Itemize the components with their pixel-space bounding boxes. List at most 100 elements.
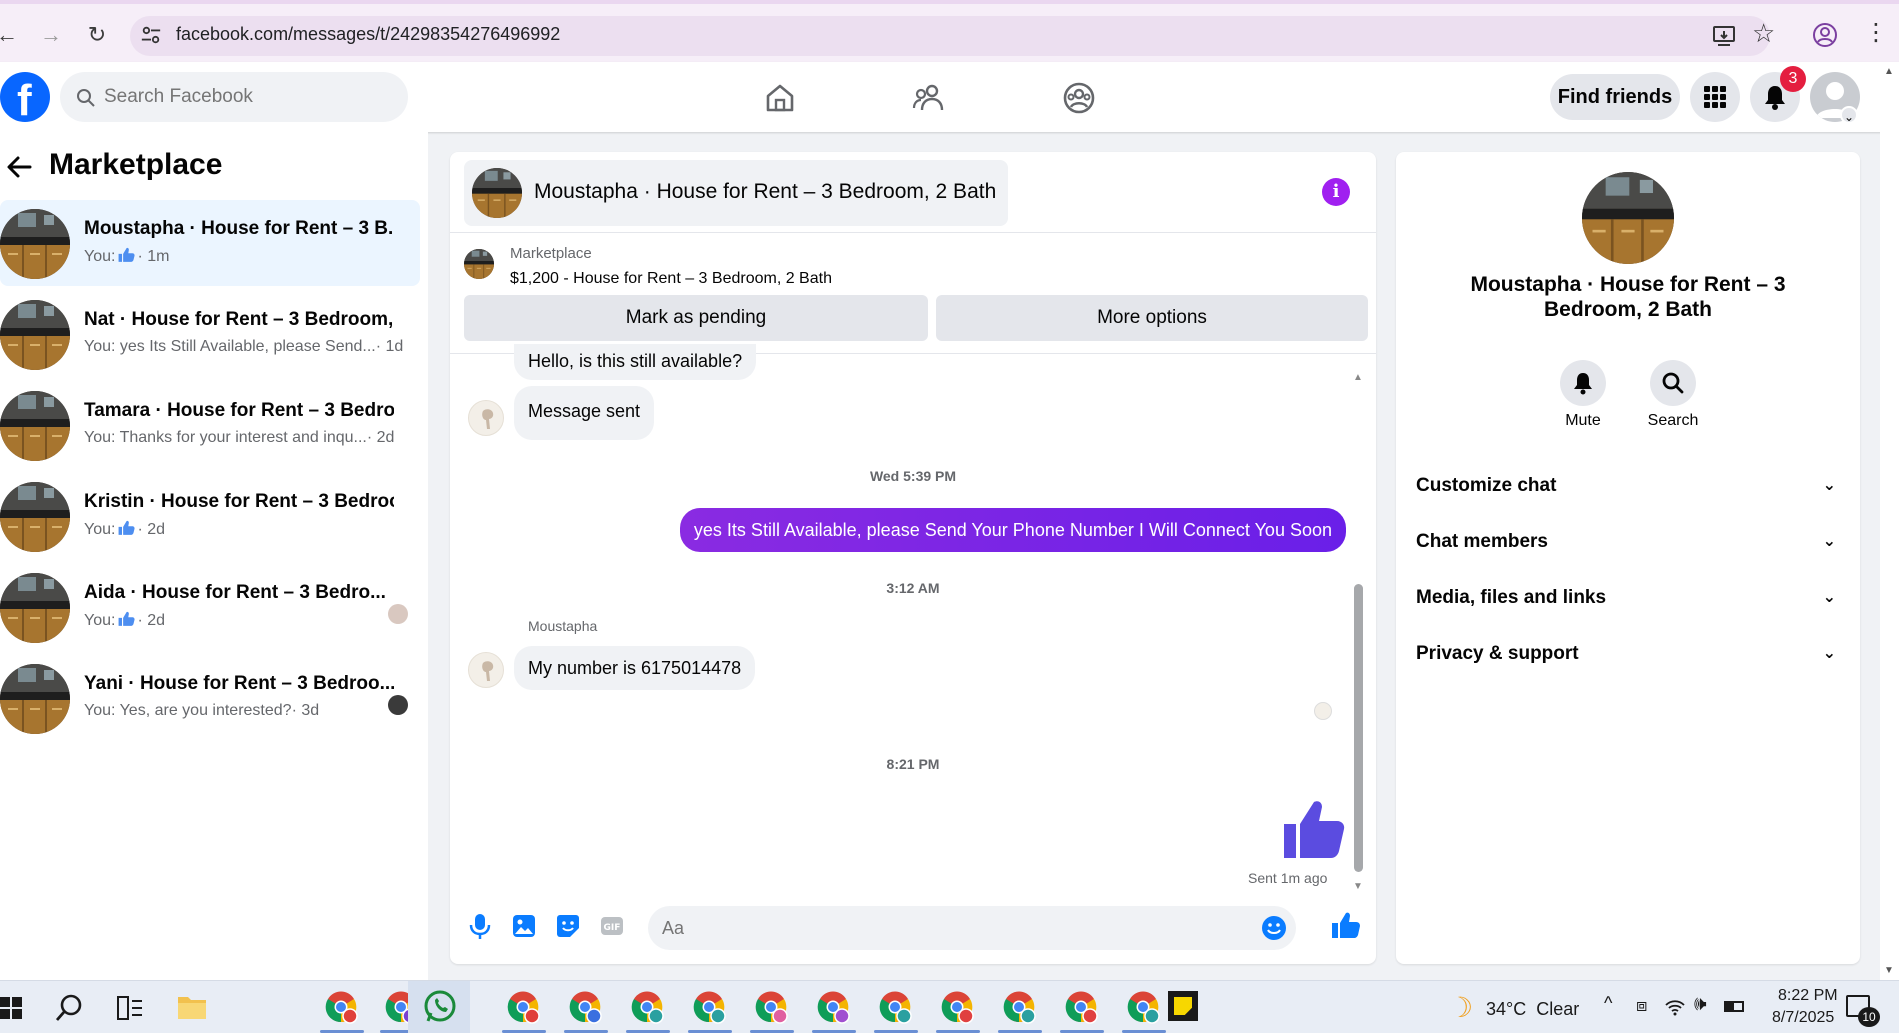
tray-device-icon[interactable]: ⧈ [1636, 995, 1647, 1016]
chat-header[interactable]: Moustapha · House for Rent – 3 Bedroom, … [464, 160, 1008, 226]
thread-scroll-thumb[interactable] [1354, 584, 1363, 872]
mute-button[interactable]: Mute [1538, 360, 1628, 430]
message-bubble[interactable]: Hello, is this still available? [514, 344, 757, 380]
file-explorer-icon[interactable] [176, 993, 208, 1021]
friends-icon[interactable] [912, 80, 948, 116]
clock-date[interactable]: 8/7/2025 [1772, 1009, 1834, 1027]
like-icon[interactable] [1330, 910, 1360, 940]
emoji-icon[interactable] [1260, 914, 1288, 942]
chrome-profile-icon[interactable] [936, 981, 980, 1033]
message-bubble[interactable]: My number is 6175014478 [514, 646, 756, 690]
chat-title: Moustapha · House for Rent – 3 Bedroom, … [534, 180, 997, 203]
wifi-icon[interactable] [1664, 997, 1686, 1017]
volume-icon[interactable]: 🕪 [1694, 993, 1707, 1016]
mark-as-pending-button[interactable]: Mark as pending [464, 295, 928, 341]
page-scroll-up-icon[interactable]: ▲ [1884, 66, 1894, 77]
timestamp-separator: 3:12 AM [886, 580, 940, 596]
chrome-profile-icon[interactable] [1122, 981, 1166, 1033]
windows-start-icon[interactable] [0, 997, 22, 1019]
message-bubble[interactable]: Message sent [514, 386, 655, 440]
home-icon[interactable] [762, 80, 798, 116]
facebook-logo-icon[interactable]: f [0, 72, 50, 125]
message-input[interactable] [662, 906, 1242, 950]
chrome-profile-icon[interactable] [1060, 981, 1104, 1033]
page-scrollbar[interactable]: ▲ ▼ [1880, 62, 1899, 980]
whatsapp-icon[interactable] [422, 989, 458, 1025]
site-settings-icon[interactable] [140, 24, 162, 46]
chrome-profile-icon[interactable] [320, 981, 364, 1033]
task-view-icon[interactable] [116, 995, 144, 1021]
conversation-item[interactable]: Moustapha · House for Rent – 3 B... You:… [0, 200, 420, 286]
microphone-icon[interactable] [466, 912, 494, 940]
info-section-chat-members[interactable]: Chat members ⌄ [1416, 520, 1840, 564]
like-icon [119, 611, 136, 626]
conversation-item[interactable]: Nat · House for Rent – 3 Bedroom,... You… [0, 291, 420, 377]
conversation-item[interactable]: Tamara · House for Rent – 3 Bedro... You… [0, 382, 420, 468]
page-scroll-down-icon[interactable]: ▼ [1884, 965, 1894, 976]
profile-icon[interactable] [1812, 22, 1838, 48]
info-section-customize-chat[interactable]: Customize chat ⌄ [1416, 464, 1840, 508]
chevron-down-icon: ⌄ [1822, 589, 1836, 606]
tray-overflow-icon[interactable]: ^ [1604, 993, 1612, 1014]
install-app-icon[interactable] [1712, 24, 1736, 48]
taskbar-search-icon[interactable] [54, 993, 84, 1023]
conversation-preview: You: Yes, are you interested?· 3d [84, 702, 319, 720]
back-icon[interactable]: ← [0, 22, 20, 48]
sticky-notes-icon[interactable] [1168, 991, 1198, 1021]
preview-time: · 2d [137, 612, 166, 629]
chat-info-panel: Moustapha · House for Rent – 3 Bedroom, … [1396, 152, 1860, 964]
clock-time[interactable]: 8:22 PM [1778, 987, 1838, 1005]
url-text[interactable]: facebook.com/messages/t/2429835427649699… [176, 24, 560, 45]
conversation-item[interactable]: Yani · House for Rent – 3 Bedroo... You:… [0, 655, 420, 741]
message-input-box[interactable] [648, 906, 1296, 950]
chrome-profile-icon[interactable] [750, 981, 794, 1033]
info-section-privacy-support[interactable]: Privacy & support ⌄ [1416, 632, 1840, 676]
back-arrow-icon[interactable] [6, 154, 32, 180]
panel-title: Marketplace [49, 148, 223, 181]
info-section-media-files-and-links[interactable]: Media, files and links ⌄ [1416, 576, 1840, 620]
sticker-icon[interactable] [554, 912, 582, 940]
chrome-profile-icon[interactable] [626, 981, 670, 1033]
search-box[interactable] [60, 72, 408, 122]
chrome-profile-icon[interactable] [688, 981, 732, 1033]
search-in-chat-button[interactable]: Search [1628, 360, 1718, 430]
photo-icon[interactable] [510, 912, 538, 940]
search-icon [77, 89, 95, 107]
conversation-name: Yani · House for Rent – 3 Bedroo... [84, 673, 394, 694]
search-input[interactable] [104, 72, 394, 122]
sender-avatar[interactable] [468, 652, 504, 688]
scroll-down-icon[interactable]: ▼ [1353, 881, 1363, 892]
contact-avatar[interactable] [1582, 172, 1674, 264]
more-options-button[interactable]: More options [936, 295, 1368, 341]
find-friends-button[interactable]: Find friends [1550, 74, 1680, 120]
gif-icon[interactable]: GIF [598, 912, 626, 940]
forward-icon[interactable]: → [38, 22, 64, 48]
preview-time: · 1m [137, 248, 170, 265]
conversation-preview: You: · 2d [84, 611, 165, 630]
bookmark-star-icon[interactable]: ☆ [1752, 18, 1775, 49]
listing-thumbnail[interactable] [464, 249, 494, 279]
marketplace-listing-bar: Marketplace $1,200 - House for Rent – 3 … [450, 232, 1376, 354]
menu-button[interactable] [1690, 72, 1740, 122]
chrome-profile-icon[interactable] [998, 981, 1042, 1033]
weather-text[interactable]: 34°C Clear [1486, 999, 1579, 1020]
battery-icon[interactable] [1724, 1001, 1744, 1012]
reload-icon[interactable]: ↻ [84, 22, 110, 48]
groups-icon[interactable] [1061, 80, 1097, 116]
conversation-item[interactable]: Aida · House for Rent – 3 Bedro... You: ·… [0, 564, 420, 650]
account-chevron-icon[interactable]: ⌄ [1840, 106, 1858, 124]
listing-title[interactable]: $1,200 - House for Rent – 3 Bedroom, 2 B… [510, 270, 832, 288]
chrome-profile-icon[interactable] [874, 981, 918, 1033]
chrome-profile-icon[interactable] [564, 981, 608, 1033]
large-like-icon[interactable] [1282, 798, 1346, 860]
sent-message-bubble[interactable]: yes Its Still Available, please Send You… [679, 508, 1346, 552]
sender-avatar[interactable] [468, 400, 504, 436]
chrome-profile-icon[interactable] [812, 981, 856, 1033]
weather-moon-icon[interactable]: ☽ [1448, 991, 1473, 1024]
conversation-item[interactable]: Kristin · House for Rent – 3 Bedroo... Y… [0, 473, 420, 559]
chrome-profile-icon[interactable] [502, 981, 546, 1033]
info-icon[interactable]: i [1322, 178, 1350, 206]
menu-dots-icon[interactable]: ⋮ [1864, 18, 1888, 47]
chevron-down-icon: ⌄ [1822, 477, 1836, 494]
scroll-up-icon[interactable]: ▲ [1353, 372, 1363, 383]
